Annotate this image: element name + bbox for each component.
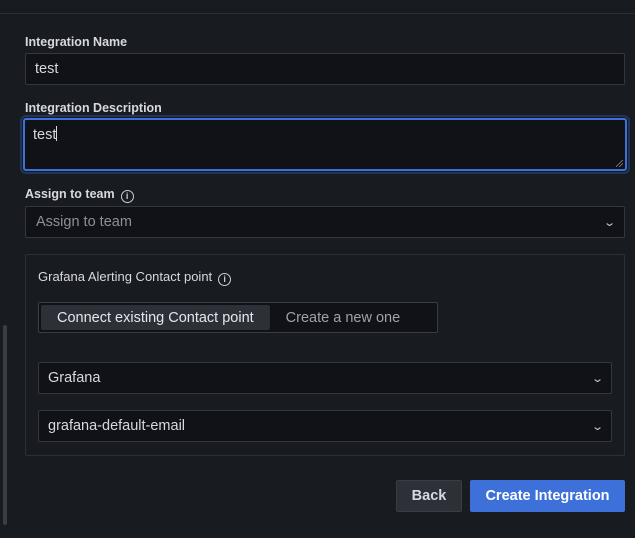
grafana-instance-value: Grafana xyxy=(48,370,101,386)
back-button-label: Back xyxy=(411,488,447,504)
top-divider xyxy=(0,13,635,14)
integration-description-label-text: Integration Description xyxy=(25,101,162,115)
resize-grip-icon[interactable] xyxy=(616,160,623,167)
integration-name-input[interactable]: test xyxy=(25,53,625,85)
info-circle-icon[interactable]: i xyxy=(120,190,134,203)
scrollbar[interactable] xyxy=(3,325,7,525)
assign-team-label-text: Assign to team xyxy=(25,187,115,201)
contact-point-mode-toggle: Connect existing Contact point Create a … xyxy=(38,302,438,333)
back-button[interactable]: Back xyxy=(396,480,462,512)
contact-point-label: Grafana Alerting Contact point i xyxy=(38,269,232,286)
create-integration-button[interactable]: Create Integration xyxy=(470,480,625,512)
contact-point-label-text: Grafana Alerting Contact point xyxy=(38,269,213,284)
chevron-down-icon: ⌄ xyxy=(602,216,616,229)
contact-point-select[interactable]: grafana-default-email ⌄ xyxy=(38,410,612,442)
grafana-instance-select[interactable]: Grafana ⌄ xyxy=(38,362,612,394)
assign-team-select[interactable]: Assign to team ⌄ xyxy=(25,206,625,238)
integration-name-label: Integration Name xyxy=(25,35,127,49)
chevron-down-icon: ⌄ xyxy=(590,420,604,433)
info-circle-icon[interactable]: i xyxy=(218,273,232,286)
integration-name-label-text: Integration Name xyxy=(25,35,128,49)
assign-team-placeholder: Assign to team xyxy=(36,214,132,230)
option-create-new-label: Create a new one xyxy=(285,309,401,326)
assign-team-label: Assign to team i xyxy=(25,187,134,203)
option-connect-existing[interactable]: Connect existing Contact point xyxy=(41,305,270,330)
option-connect-existing-label: Connect existing Contact point xyxy=(57,309,254,326)
option-create-new[interactable]: Create a new one xyxy=(270,305,416,330)
chevron-down-icon: ⌄ xyxy=(590,372,604,385)
integration-description-label: Integration Description xyxy=(25,101,162,115)
integration-description-value: test xyxy=(33,127,57,143)
text-caret xyxy=(56,126,58,141)
create-integration-button-label: Create Integration xyxy=(485,488,610,504)
integration-name-value: test xyxy=(35,61,59,77)
integration-description-textarea[interactable]: test xyxy=(23,118,627,171)
contact-point-value: grafana-default-email xyxy=(48,418,186,434)
